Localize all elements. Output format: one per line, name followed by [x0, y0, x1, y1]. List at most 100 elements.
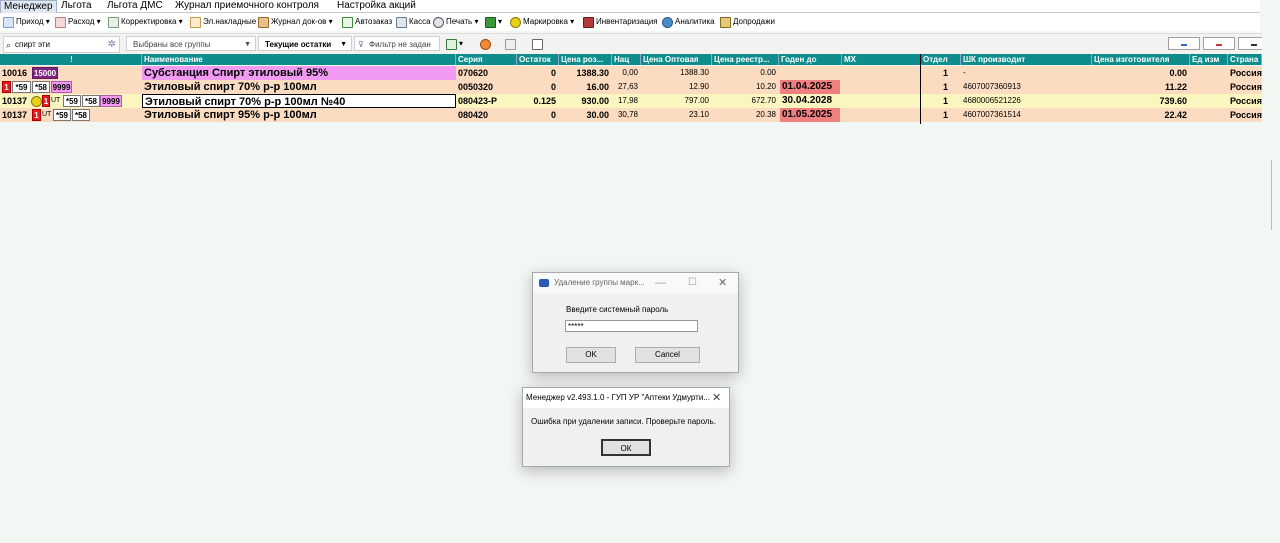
table-row[interactable]: 10137 1 UT *59 *58 Этиловый спирт 95% р-… — [0, 108, 1262, 122]
toolbar-prihod[interactable]: Приход ▾ — [3, 15, 50, 29]
col-header-wholesale[interactable]: Цена Оптовая — [641, 54, 712, 65]
col-header-flag[interactable]: ! — [0, 54, 142, 65]
scrollbar[interactable] — [1271, 160, 1272, 230]
row-country: Россия — [1230, 68, 1262, 78]
close-icon[interactable]: ✕ — [718, 273, 727, 293]
table-row[interactable]: 1 *59 *58 9999 Этиловый спирт 70% р-р 10… — [0, 80, 1262, 94]
main-toolbar: Приход ▾ Расход ▾ Корректировка ▾ Эл.нак… — [0, 13, 1260, 31]
marking-icon — [31, 96, 42, 107]
toolbar-rashod[interactable]: Расход ▾ — [55, 15, 101, 29]
row-registry: 672.70 — [751, 96, 776, 105]
chevron-down-icon: ▼ — [244, 41, 251, 48]
col-header-barcode[interactable]: ШК производит — [961, 54, 1092, 65]
toolbar-print[interactable]: Печать ▾ — [433, 15, 478, 29]
col-header-unit[interactable]: Ед изм — [1190, 54, 1228, 65]
toolbar-label: Автозаказ — [355, 17, 393, 26]
ok-button[interactable]: OK — [566, 347, 616, 363]
toolbar-journal-docs[interactable]: Журнал док-ов ▾ — [258, 15, 333, 29]
toolbar-label: Инвентаризация — [596, 17, 658, 26]
col-header-name[interactable]: Наименование — [142, 54, 456, 65]
window-button[interactable] — [532, 37, 545, 51]
col-header-stock[interactable]: Остаток — [517, 54, 559, 65]
cancel-button[interactable]: Cancel — [635, 347, 700, 363]
password-prompt: Введите системный пароль — [566, 305, 669, 314]
row-markup: 30,78 — [617, 110, 638, 119]
menu-lgota-dms[interactable]: Льгота ДМС — [104, 0, 166, 12]
col-header-series[interactable]: Серия — [456, 54, 517, 65]
toolbar-label: Журнал док-ов — [271, 17, 327, 26]
row-name: Этиловый спирт 95% р-р 100мл — [144, 109, 317, 121]
col-header-retail[interactable]: Цена роз... — [559, 54, 612, 65]
ok-button[interactable]: ОК — [601, 439, 651, 456]
search-input[interactable]: ⌕ спирт эти ✲ — [3, 36, 120, 53]
password-dialog: Удаление группы марк... — ☐ ✕ Введите си… — [532, 272, 739, 373]
panel-button-1[interactable] — [1168, 37, 1200, 50]
columns-button[interactable]: ▾ — [446, 37, 463, 51]
row-dept: 1 — [942, 82, 948, 92]
menu-lgota[interactable]: Льгота — [58, 0, 95, 12]
toolbar-einvoices[interactable]: Эл.накладные — [190, 15, 256, 29]
groups-value: Выбраны все группы — [133, 40, 211, 49]
app-icon — [539, 279, 549, 287]
table-row-selected[interactable]: 10137 1 UT *59 *58 9999 Этиловый спирт 7… — [0, 94, 1262, 108]
panel-button-2[interactable] — [1203, 37, 1235, 50]
filter-dropdown[interactable]: ⊽ Фильтр не задан — [354, 36, 440, 51]
toolbar-inventory[interactable]: Инвентаризация — [583, 15, 658, 29]
row-wholesale: 797.00 — [684, 96, 709, 105]
document-icon — [3, 16, 14, 28]
groups-dropdown[interactable]: Выбраны все группы ▼ — [126, 36, 256, 51]
table-row[interactable]: 10016 15000 Субстанция Спирт этиловый 95… — [0, 66, 1262, 80]
row-name[interactable]: Этиловый спирт 70% р-р 100мл №40 — [142, 94, 456, 108]
stock-value: Текущие остатки — [265, 40, 332, 49]
toolbar-label: Корректировка — [121, 17, 177, 26]
gear-icon[interactable]: ✲ — [108, 37, 116, 52]
row-badge: *58 — [32, 81, 50, 93]
col-header-markup[interactable]: Нац — [612, 54, 641, 65]
row-badge: *58 — [72, 109, 90, 121]
toolbar-export[interactable]: ▾ — [485, 15, 502, 29]
row-dept: 1 — [942, 96, 948, 106]
menu-journal-control[interactable]: Журнал приемочного контроля — [172, 0, 322, 12]
col-header-mprice[interactable]: Цена изготовителя — [1092, 54, 1190, 65]
col-header-expiry[interactable]: Годен до — [779, 54, 842, 65]
menu-manager[interactable]: Менеджер — [0, 0, 57, 13]
search-value: спирт эти — [15, 40, 50, 49]
toolbar-analytics[interactable]: Аналитика — [662, 15, 715, 29]
toolbar-correction[interactable]: Корректировка ▾ — [108, 15, 183, 29]
palette-button[interactable] — [480, 37, 493, 51]
row-badge: 9999 — [51, 81, 72, 93]
minimize-icon[interactable]: — — [655, 273, 666, 293]
col-header-mx[interactable]: МХ — [842, 54, 921, 65]
toolbar-label: Аналитика — [675, 17, 715, 26]
toolbar-kassa[interactable]: Касса — [396, 15, 431, 29]
toolbar-marking[interactable]: Маркировка ▾ — [510, 15, 574, 29]
funnel-icon: ⊽ — [358, 40, 364, 49]
password-field[interactable]: ***** — [565, 320, 698, 332]
row-name: Субстанция Спирт этиловый 95% — [142, 66, 456, 80]
row-badge: 15000 — [32, 67, 58, 79]
row-stock: 0 — [550, 82, 556, 92]
columns-icon — [446, 38, 457, 50]
toolbar-autoorder[interactable]: Автозаказ — [342, 15, 392, 29]
stock-dropdown[interactable]: Текущие остатки ▼ — [258, 36, 352, 51]
row-barcode: - — [963, 68, 966, 77]
clipboard-button[interactable] — [505, 37, 518, 51]
row-stock: 0 — [550, 110, 556, 120]
toolbar-upsell[interactable]: Допродажи — [720, 15, 775, 29]
row-wholesale: 12.90 — [688, 82, 709, 91]
maximize-icon[interactable]: ☐ — [688, 273, 697, 293]
row-registry: 20.38 — [755, 110, 776, 119]
journal-icon — [258, 16, 269, 28]
register-icon — [396, 16, 407, 28]
row-name: Этиловый спирт 70% р-р 100мл — [144, 81, 317, 93]
col-header-country[interactable]: Страна — [1228, 54, 1262, 65]
menu-actions[interactable]: Настройка акций — [334, 0, 419, 12]
row-series: 0050320 — [458, 82, 494, 92]
col-header-dept[interactable]: Отдел — [921, 54, 961, 65]
close-icon[interactable]: ✕ — [712, 388, 721, 408]
row-dept: 1 — [942, 68, 948, 78]
inventory-icon — [583, 16, 594, 28]
row-expiry: 01.05.2025 — [780, 108, 840, 122]
col-header-registry[interactable]: Цена реестр... — [712, 54, 779, 65]
column-divider — [920, 54, 921, 124]
